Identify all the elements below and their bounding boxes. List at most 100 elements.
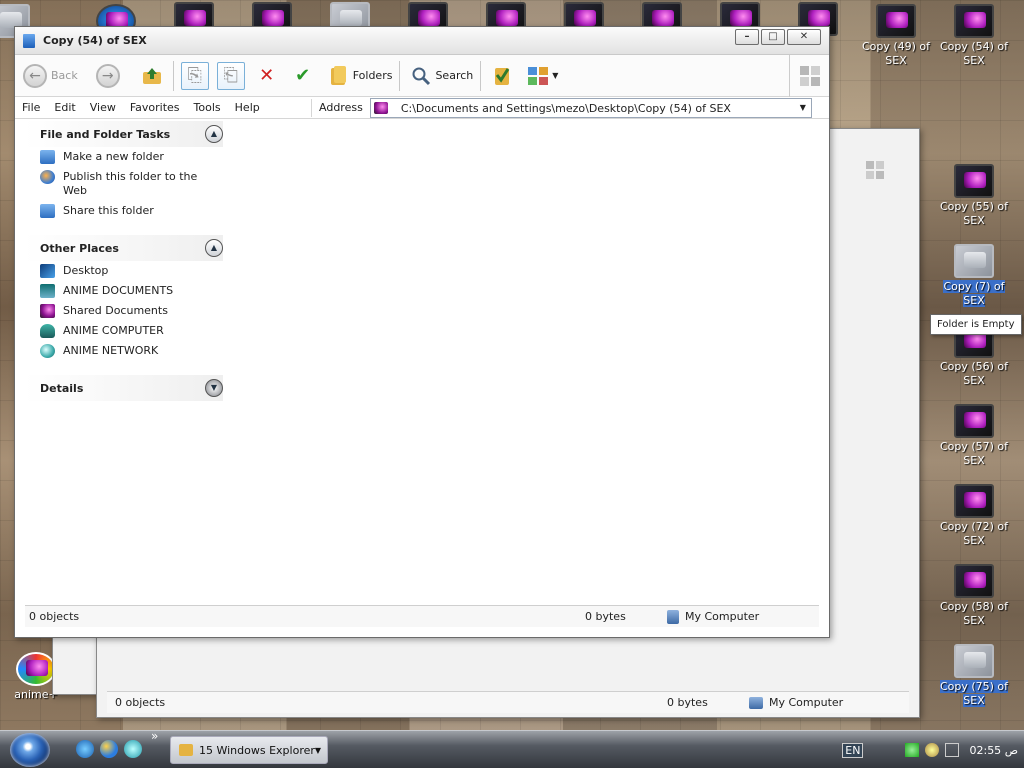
globe-icon[interactable] [925,743,940,757]
folder-options-button[interactable] [484,59,520,93]
start-button[interactable] [10,733,50,767]
task-make-new-folder[interactable]: Make a new folder [25,147,223,167]
desktop-folder-copy-72[interactable]: Copy (72) of SEX [938,484,1010,548]
desktop-icon [40,264,55,278]
window-title: Copy (54) of SEX [43,34,147,47]
address-field[interactable]: C:\Documents and Settings\mezo\Desktop\C… [369,98,812,118]
folder-tooltip: Folder is Empty [930,314,1022,335]
place-label: ANIME COMPUTER [63,324,164,337]
battery-icon[interactable] [945,743,960,757]
place-shared-documents[interactable]: Shared Documents [25,301,223,321]
background-status-bar: 0 objects 0 bytes My Computer [107,691,909,713]
status-location: My Computer [769,696,844,709]
toolbar-separator [399,60,401,91]
other-places-header[interactable]: Other Places ▲ [25,235,223,261]
status-object-count: 0 objects [115,696,166,709]
address-path: C:\Documents and Settings\mezo\Desktop\C… [400,101,731,115]
move-to-button[interactable]: ⎘ [177,59,213,93]
desktop-folder-copy-49[interactable]: Copy (49) of SEX [860,4,932,68]
folders-icon [325,62,353,90]
desktop-icon-label: Copy (56) of SEX [939,360,1009,387]
place-anime-computer[interactable]: ANIME COMPUTER [25,321,223,341]
status-location: My Computer [685,610,760,623]
address-dropdown-button[interactable]: ▼ [795,99,811,117]
media-player-icon[interactable] [124,740,142,758]
computer-icon [40,324,55,338]
maximize-button[interactable]: □ [761,29,785,45]
menu-edit[interactable]: Edit [47,101,82,114]
status-size: 0 bytes [667,696,708,709]
desktop-folder-copy-54[interactable]: Copy (54) of SEX [938,4,1010,68]
status-size: 0 bytes [585,610,626,623]
panel-title: Details [40,381,84,395]
place-anime-network[interactable]: ANIME NETWORK [25,341,223,361]
folder-icon [23,33,35,48]
desktop-icon-label: Copy (72) of SEX [939,520,1009,547]
task-label: Make a new folder [63,150,164,163]
folder-icon [179,744,193,756]
desktop-icon-label: Copy (75) of SEX [939,680,1009,707]
file-folder-tasks-header[interactable]: File and Folder Tasks ▲ [25,121,223,147]
desktop-icon-label: Copy (58) of SEX [939,600,1009,627]
taskbar-explorer-group[interactable]: 15 Windows Explorer ▼ [170,736,328,764]
desktop-folder-copy-58[interactable]: Copy (58) of SEX [938,564,1010,628]
place-desktop[interactable]: Desktop [25,261,223,281]
share-folder-icon [40,204,55,218]
file-folder-tasks-panel: File and Folder Tasks ▲ Make a new folde… [25,121,223,221]
desktop-folder-copy-75[interactable]: Copy (75) of SEX [938,644,1010,708]
menu-tools[interactable]: Tools [187,101,228,114]
desktop-icon-label: Copy (7) of SEX [943,280,1005,307]
search-button[interactable]: Search [403,59,477,93]
delete-button[interactable]: ✕ [249,59,285,93]
minimize-button[interactable]: – [735,29,759,45]
panel-title: Other Places [40,241,119,255]
explorer-window[interactable]: Copy (54) of SEX – □ ✕ ← Back → ⎘ ⎗ ✕ ✔ [14,26,830,638]
checkmark-icon: ✔ [295,65,311,86]
panel-title: File and Folder Tasks [40,127,171,141]
menu-view[interactable]: View [83,101,123,114]
status-bar: 0 objects 0 bytes My Computer [25,605,819,627]
address-bar: Address C:\Documents and Settings\mezo\D… [311,98,812,118]
forward-button[interactable]: → [92,59,128,93]
menu-file[interactable]: File [15,101,47,114]
menu-favorites[interactable]: Favorites [123,101,187,114]
system-tray: EN 02:55 ص [842,735,1024,765]
task-publish-to-web[interactable]: Publish this folder to the Web [25,167,223,201]
views-button[interactable]: ▼ [520,59,562,93]
new-folder-icon [40,150,55,164]
taskbar: » 15 Windows Explorer ▼ EN 02:55 ص [0,729,1024,768]
search-icon [407,62,435,90]
folders-button[interactable]: Folders [321,59,397,93]
expand-chevron-icon[interactable]: ▼ [205,379,223,397]
desktop-folder-copy-7[interactable]: Copy (7) of SEX [938,244,1010,308]
ie-icon[interactable] [100,740,118,758]
copy-to-icon: ⎗ [216,61,245,90]
properties-button[interactable]: ✔ [285,59,321,93]
desktop-folder-copy-57[interactable]: Copy (57) of SEX [938,404,1010,468]
collapse-chevron-icon[interactable]: ▲ [205,239,223,257]
title-bar[interactable]: Copy (54) of SEX – □ ✕ [15,27,829,55]
folder-up-icon [138,62,166,90]
back-button[interactable]: ← Back [19,59,82,93]
windows-logo-icon [859,153,891,187]
place-anime-documents[interactable]: ANIME DOCUMENTS [25,281,223,301]
up-folder-button[interactable] [134,59,170,93]
language-indicator[interactable]: EN [842,742,864,758]
chevron-down-icon: ▼ [314,745,321,755]
quicklaunch-chevron-icon[interactable]: » [151,729,158,743]
desktop-icon-label: Copy (49) of SEX [861,40,931,67]
details-header[interactable]: Details ▼ [25,375,223,401]
desktop-folder-copy-55[interactable]: Copy (55) of SEX [938,164,1010,228]
computer-icon [667,609,679,624]
other-places-panel: Other Places ▲ Desktop ANIME DOCUMENTS S… [25,235,223,361]
network-icon[interactable] [905,743,920,757]
folders-label: Folders [352,69,393,82]
task-share-folder[interactable]: Share this folder [25,201,223,221]
close-button[interactable]: ✕ [787,29,821,45]
menu-help[interactable]: Help [228,101,267,114]
collapse-chevron-icon[interactable]: ▲ [205,125,223,143]
show-desktop-icon[interactable] [76,740,94,758]
copy-to-button[interactable]: ⎗ [213,59,249,93]
clock[interactable]: 02:55 ص [969,744,1018,757]
arrow-right-icon: → [95,63,120,88]
